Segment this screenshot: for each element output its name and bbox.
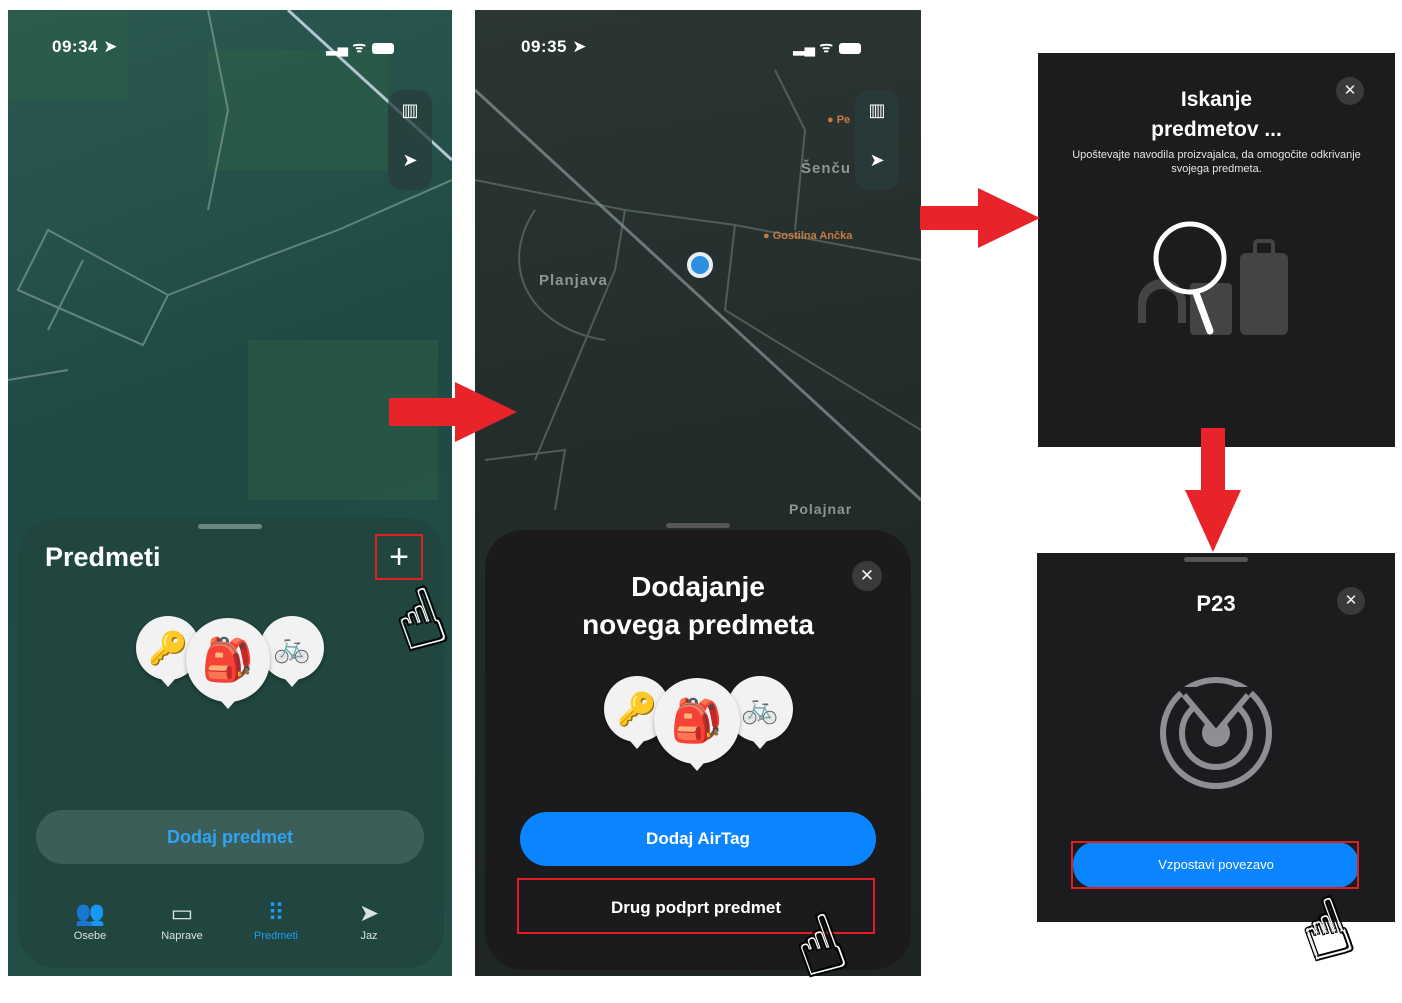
- backpack-icon: 🎒: [654, 678, 740, 771]
- devices-icon: ▭: [170, 900, 194, 927]
- status-icons: ▂▄ ᯤ: [326, 37, 395, 57]
- sheet-grabber[interactable]: [666, 523, 730, 528]
- tab-me[interactable]: ➤ Jaz: [329, 900, 409, 942]
- search-instructions: Upoštevajte navodila proizvajalca, da om…: [1072, 149, 1361, 175]
- tab-items[interactable]: ⠿ Predmeti: [236, 900, 316, 942]
- location-arrow-icon[interactable]: ➤: [388, 150, 432, 171]
- location-arrow-icon[interactable]: ➤: [855, 150, 899, 171]
- items-icon: ⠿: [267, 900, 285, 927]
- map-place-label: Planjava: [539, 272, 608, 289]
- map-controls[interactable]: ▥ ➤: [855, 90, 899, 190]
- arrow-right-icon: [389, 382, 517, 442]
- item-name-title: P23: [1196, 591, 1236, 616]
- sheet-grabber[interactable]: [198, 524, 262, 529]
- add-airtag-button[interactable]: Dodaj AirTag: [520, 812, 876, 866]
- add-item-button[interactable]: Dodaj predmet: [36, 810, 424, 864]
- map-icon[interactable]: ▥: [388, 100, 432, 121]
- search-title: Iskanje predmetov ...: [1151, 88, 1282, 141]
- find-my-items-screen: 09:34 ➤ ▂▄ ᯤ ▥ ➤ Predmeti + 🔑 🚲 🎒 Dodaj …: [8, 10, 452, 976]
- map-controls[interactable]: ▥ ➤: [388, 90, 432, 190]
- arrow-down-icon: [1185, 428, 1241, 552]
- arrow-right-icon: [920, 188, 1040, 248]
- map-icon[interactable]: ▥: [855, 100, 899, 121]
- searching-items-screen: ✕ Iskanje predmetov ... Upoštevajte navod…: [1038, 53, 1395, 447]
- map-place-label: Polajnar: [789, 501, 853, 517]
- location-arrow-icon: ➤: [358, 900, 380, 927]
- add-item-plus-button[interactable]: +: [375, 534, 423, 580]
- radar-icon: [1160, 677, 1272, 789]
- backpack-icon: 🎒: [186, 618, 270, 709]
- tab-people[interactable]: 👥 Osebe: [50, 900, 130, 942]
- status-time: 09:35 ➤: [521, 37, 587, 56]
- map-place-label: Šenču: [801, 160, 852, 177]
- highlight-box: [1071, 841, 1359, 889]
- sheet-title: Predmeti: [45, 542, 161, 572]
- tab-devices[interactable]: ▭ Naprave: [142, 900, 222, 942]
- connect-item-screen: ✕ P23 Vzpostavi povezavo: [1037, 553, 1395, 922]
- status-time: 09:34 ➤: [52, 37, 118, 56]
- sheet-grabber[interactable]: [1184, 557, 1248, 562]
- sheet-title: Dodajanje novega predmeta: [582, 571, 814, 640]
- status-icons: ▂▄ ᯤ: [793, 37, 862, 57]
- magnifier-illustration: [1138, 221, 1288, 335]
- current-location-dot: [687, 252, 713, 278]
- bicycle-icon: 🚲: [260, 616, 324, 687]
- map-poi-label: ● Pe: [827, 114, 851, 126]
- map-poi-label: ● Gostilna Ančka: [763, 230, 853, 242]
- people-icon: 👥: [75, 900, 105, 927]
- add-new-item-screen: 09:35 ➤ ▂▄ ᯤ ▥ ➤ ● Pe Šenču ● Gostilna A…: [475, 10, 921, 976]
